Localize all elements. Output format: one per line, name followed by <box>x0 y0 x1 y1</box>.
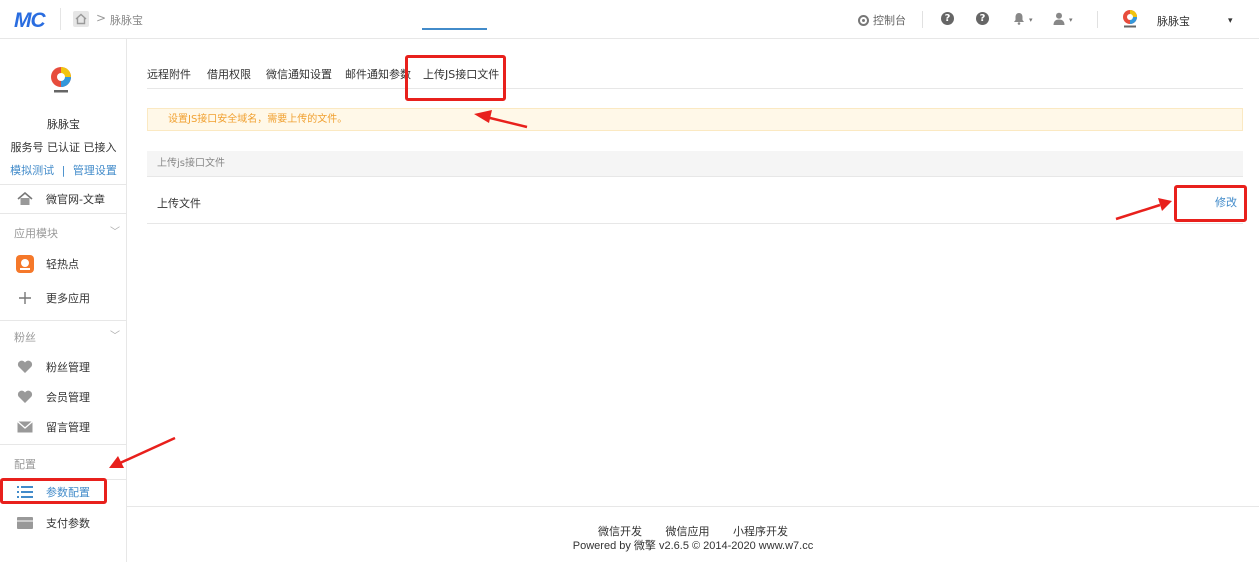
notification-bell-icon[interactable] <box>1013 12 1025 28</box>
tab-remote-attachment[interactable]: 远程附件 <box>147 66 191 82</box>
warning-notice: 设置JS接口安全域名，需要上传的文件。 <box>147 108 1243 131</box>
app-icon <box>16 255 34 273</box>
account-status: 服务号 已认证 已接入 <box>10 141 117 154</box>
sidebar-item-weiguanwang[interactable]: 微官网-文章 <box>0 185 126 213</box>
sidebar-item-qingredian[interactable]: 轻热点 <box>0 250 126 278</box>
divider <box>0 444 126 445</box>
tab-mail-notify[interactable]: 邮件通知参数 <box>345 66 411 82</box>
divider <box>922 11 923 28</box>
top-navbar: MC > 脉脉宝 控制台 ? ? ▾ ▾ 脉脉宝 ▾ <box>0 0 1259 39</box>
chevron-down-icon[interactable]: ﹀ <box>110 223 120 238</box>
sidebar-item-payment-params[interactable]: 支付参数 <box>0 509 126 537</box>
sidebar-item-label: 留言管理 <box>46 421 90 434</box>
chevron-down-icon[interactable]: ▾ <box>1069 16 1073 24</box>
section-title-config: 配置 <box>14 458 36 471</box>
panel-header: 上传js接口文件 <box>147 151 1243 177</box>
divider <box>1097 11 1098 28</box>
dashboard-icon <box>858 14 869 26</box>
sidebar-item-label: 微官网-文章 <box>46 193 105 206</box>
account-links: 模拟测试 | 管理设置 <box>0 162 126 178</box>
home-icon[interactable] <box>73 11 89 27</box>
sidebar-item-label: 支付参数 <box>46 517 90 530</box>
breadcrumb[interactable]: 脉脉宝 <box>110 12 143 28</box>
chevron-down-icon[interactable]: ▾ <box>1228 16 1233 26</box>
sidebar-item-messages[interactable]: 留言管理 <box>0 413 126 441</box>
footer-copyright: Powered by 微擎 v2.6.5 © 2014-2020 www.w7.… <box>572 540 814 552</box>
account-logo <box>49 66 73 94</box>
sidebar-item-members[interactable]: 会员管理 <box>0 383 126 411</box>
active-tab-indicator <box>422 28 487 30</box>
console-label: 控制台 <box>873 14 906 27</box>
brand-logo[interactable]: MC <box>14 9 46 33</box>
sidebar-item-label: 更多应用 <box>46 292 90 305</box>
annotation-box-sidebar <box>0 478 107 504</box>
breadcrumb-separator: > <box>96 11 107 25</box>
user-icon[interactable] <box>1053 12 1065 28</box>
section-title-fans: 粉丝 <box>14 331 36 344</box>
annotation-box-edit <box>1174 185 1247 222</box>
divider <box>127 506 1259 507</box>
plus-icon <box>16 290 34 306</box>
home-icon <box>16 191 34 207</box>
mail-icon <box>16 419 34 435</box>
console-link[interactable]: 控制台 <box>858 12 906 28</box>
heart-icon <box>16 359 34 375</box>
tab-borrow-permission[interactable]: 借用权限 <box>207 66 251 82</box>
sidebar-item-fans[interactable]: 粉丝管理 <box>0 353 126 381</box>
chevron-down-icon[interactable]: ▾ <box>1029 16 1033 24</box>
sidebar-item-label: 会员管理 <box>46 391 90 404</box>
upload-file-label: 上传文件 <box>157 197 201 210</box>
account-name[interactable]: 脉脉宝 <box>1157 13 1190 29</box>
simulate-test-link[interactable]: 模拟测试 <box>10 164 54 177</box>
sidebar-item-label: 粉丝管理 <box>46 361 90 374</box>
annotation-box-tab <box>405 55 506 101</box>
sidebar-item-more-apps[interactable]: 更多应用 <box>0 284 126 312</box>
help-icon[interactable]: ? <box>941 12 954 25</box>
chevron-down-icon[interactable]: ﹀ <box>110 327 120 342</box>
settings-tabs: 远程附件 借用权限 微信通知设置 邮件通知参数 上传JS接口文件 <box>147 58 1243 89</box>
heart-icon <box>16 389 34 405</box>
sidebar-item-label: 轻热点 <box>46 258 79 271</box>
card-icon <box>16 515 34 531</box>
manage-settings-link[interactable]: 管理设置 <box>73 164 117 177</box>
annotation-arrow <box>119 436 176 465</box>
link-separator: | <box>61 164 66 177</box>
section-title-apps: 应用模块 <box>14 227 58 240</box>
divider <box>0 320 126 321</box>
upload-js-panel: 上传js接口文件 上传文件 修改 <box>147 151 1243 224</box>
account-avatar[interactable] <box>1121 9 1139 29</box>
divider <box>0 213 126 214</box>
account-name: 脉脉宝 <box>47 118 80 131</box>
question-icon[interactable]: ? <box>976 12 989 25</box>
divider <box>60 8 61 30</box>
tab-wechat-notify[interactable]: 微信通知设置 <box>266 66 332 82</box>
